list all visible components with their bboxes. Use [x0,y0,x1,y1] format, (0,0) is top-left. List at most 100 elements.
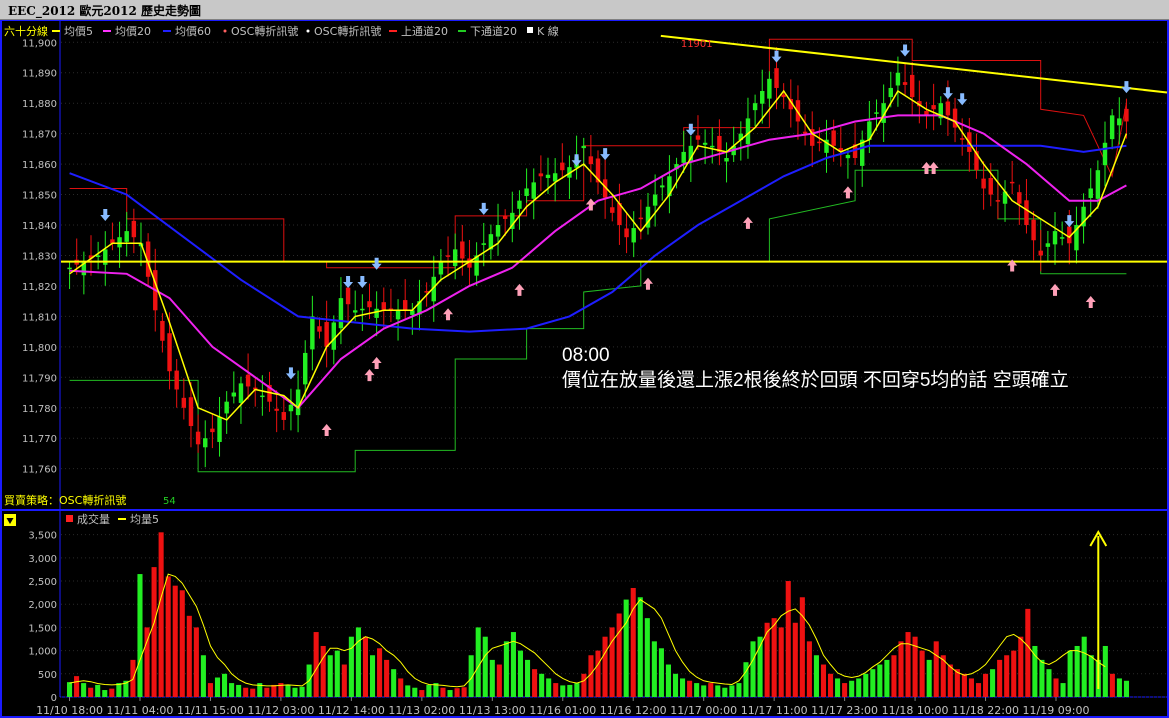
volume-bar [334,650,340,697]
candle-body [638,217,644,220]
time-tick-label: 11/11 04:00 [107,704,174,717]
time-tick-label: 11/10 18:00 [36,704,103,717]
volume-bar [66,682,73,697]
strategy-label: 買賣策略：OSC轉折訊號 [4,493,126,507]
candle-body [360,308,365,311]
volume-bar [207,683,213,697]
sell-signal-arrow [100,209,111,222]
candle-body [167,333,172,372]
price-tick-label: 11,870 [22,130,57,141]
price-tick-label: 11,780 [22,404,57,415]
candle-body [445,255,451,257]
volume-bar [637,597,643,697]
candle-body [817,141,822,144]
candle-body [1024,200,1029,226]
volume-bar [1088,655,1094,697]
volume-bar [560,685,566,697]
candle-body [959,138,965,140]
volume-bar [264,687,270,697]
volume-bar [109,688,115,697]
candle-body [438,261,444,275]
volume-bar [81,683,87,697]
volume-bar [193,627,199,697]
candlesticks [67,47,1129,468]
price-tick-label: 11,860 [22,160,57,171]
volume-bar [186,615,192,697]
volume-bar [806,641,812,697]
candle-body [1088,188,1093,198]
volume-bar [243,687,249,697]
reference-lines [61,34,1168,263]
candle-body [217,416,222,442]
volume-bar [1081,636,1087,697]
price-tick-label: 11,820 [22,282,57,293]
legend-label: K 線 [537,24,559,38]
volume-bar [250,688,256,697]
volume-bar [687,680,693,697]
legend-label: 均量5 [130,513,159,526]
candle-body [331,322,336,350]
volume-bar [715,685,721,697]
volume-bar [905,632,911,697]
volume-bar [623,599,629,697]
candle-body [1109,115,1115,140]
volume-bar [968,678,974,697]
price-tick-label: 11,800 [22,343,57,354]
legend-label: 六十分線 [4,24,48,38]
candle-body [374,308,379,318]
volume-bar [919,650,925,697]
volume-bar [785,581,791,697]
candle-body [981,178,986,189]
volume-bar [574,683,580,697]
candle-body [538,173,544,177]
time-tick-label: 11/13 13:00 [459,704,526,717]
volume-bar [863,673,869,697]
candle-body [1052,231,1058,245]
volume-bar [285,685,291,697]
volume-bar [299,686,305,697]
sell-signal-arrow [771,50,782,63]
volume-bar [842,683,848,697]
time-tick-label: 11/12 03:00 [247,704,314,717]
legend-label: 均價5 [64,24,93,38]
volume-tick-label: 500 [38,670,57,681]
candle-body [1045,243,1051,247]
price-tick-label: 11,760 [22,465,57,476]
candle-body [660,185,665,188]
candle-body [774,68,779,88]
legend-label: 均價60 [175,24,211,38]
time-axis: 11/10 18:00 11/11 04:00 11/11 15:00 11/12 0… [36,697,1089,717]
price-tick-label: 11,880 [22,99,57,110]
candle-body [531,182,536,199]
legend-label: 均價20 [115,24,151,38]
volume-bar [658,648,664,697]
candle-body [131,220,137,238]
candle-body [317,326,322,332]
candle-body [338,298,344,329]
legend-swatch [527,27,533,33]
candle-body [481,243,486,245]
volume-bar [1109,673,1115,697]
price-tick-label: 11,890 [22,69,57,80]
candle-body [524,188,529,196]
sell-signal-arrow [1121,81,1132,94]
volume-bar [926,659,932,697]
candle-body [181,397,187,408]
candle-body [874,112,879,114]
volume-bar [151,567,157,697]
volume-bar [891,655,897,697]
volume-axis: 0 500 1,000 1,500 2,000 2,500 3,000 3,500 [28,531,57,704]
volume-bar [489,659,495,697]
time-tick-label: 11/11 15:00 [177,704,244,717]
legend-swatch [306,29,310,33]
volume-bar [792,622,798,697]
candle-body [895,72,901,86]
volume-bar [743,662,749,697]
candle-body [452,249,458,267]
time-tick-label: 11/13 02:00 [388,704,455,717]
sell-signal-arrow [343,276,354,289]
volume-bar [750,641,756,697]
volume-bar [722,687,728,697]
time-tick-label: 11/12 14:00 [318,704,385,717]
candle-body [767,78,772,99]
